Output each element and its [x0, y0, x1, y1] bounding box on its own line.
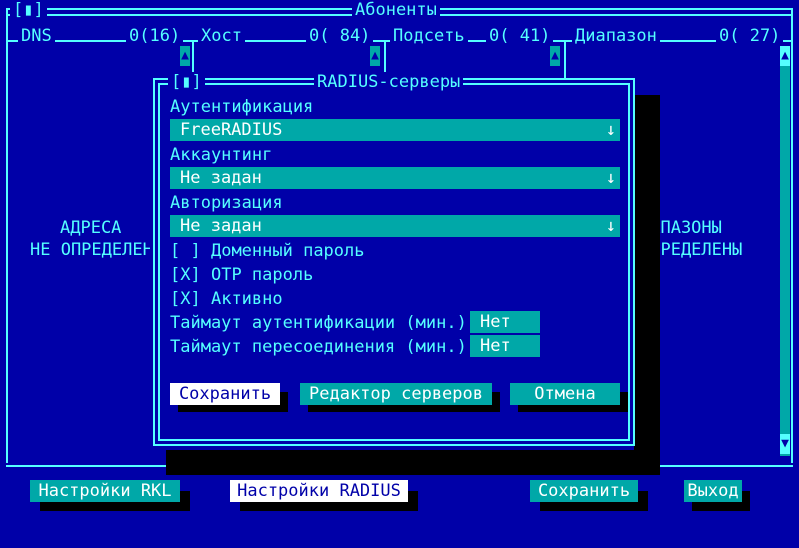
radius-settings-button[interactable]: Настройки RADIUS	[230, 480, 408, 502]
subnet-scroll-up-icon[interactable]: ▲	[550, 46, 560, 66]
reconnect-timeout-input[interactable]: Нет	[470, 335, 540, 357]
outer-frame-right	[791, 8, 795, 463]
address-message-line1: АДРЕСА	[60, 218, 122, 238]
column-dns-label: DNS	[18, 26, 55, 46]
column-subnet-label: Подсеть	[390, 26, 468, 46]
column-host-count: 0( 84)	[306, 26, 374, 46]
accounting-label: Аккаунтинг	[170, 145, 273, 165]
window-close-button[interactable]: [▮]	[10, 0, 47, 20]
exit-button[interactable]: Выход	[684, 480, 742, 502]
auth-label: Аутентификация	[170, 97, 314, 117]
otp-password-checkbox[interactable]: [X] OTP пароль	[170, 264, 313, 286]
auth-select-value: FreeRADIUS	[180, 120, 283, 140]
active-label: Активно	[210, 289, 283, 309]
authorization-dropdown-arrow-icon: ↓	[605, 216, 616, 236]
host-scroll-up-icon[interactable]: ▲	[370, 46, 380, 66]
rkl-settings-button[interactable]: Настройки RKL	[30, 480, 180, 502]
otp-password-checkbox-mark: [X]	[170, 265, 201, 285]
accounting-dropdown-arrow-icon: ↓	[605, 168, 616, 188]
domain-password-checkbox[interactable]: [ ] Доменный пароль	[170, 240, 365, 262]
range-scroll-track[interactable]	[780, 46, 790, 456]
window-title: Абоненты	[352, 0, 440, 20]
column-range-label: Диапазон	[572, 26, 660, 46]
column-range-count: 0( 27)	[716, 26, 784, 46]
auth-timeout-input[interactable]: Нет	[470, 311, 540, 333]
authorization-label: Авторизация	[170, 193, 283, 213]
dialog-cancel-button[interactable]: Отмена	[510, 383, 620, 405]
reconnect-timeout-label: Таймаут пересоединения (мин.):	[170, 337, 478, 357]
column-host-label: Хост	[198, 26, 245, 46]
address-message-line2: НЕ ОПРЕДЕЛЕН	[30, 240, 153, 260]
dns-scroll-up-icon[interactable]: ▲	[180, 46, 190, 66]
auth-select[interactable]: FreeRADIUS ↓	[170, 119, 620, 141]
domain-password-checkbox-mark: [ ]	[170, 241, 201, 261]
active-checkbox-mark: [X]	[170, 289, 201, 309]
dialog-title: RADIUS-серверы	[314, 72, 464, 92]
dialog-save-button[interactable]: Сохранить	[170, 383, 280, 405]
range-scroll-down-icon[interactable]: ▼	[780, 434, 790, 454]
column-dns-count: 0(16)	[126, 26, 184, 46]
otp-password-label: OTP пароль	[210, 265, 314, 285]
outer-frame-left	[6, 8, 10, 463]
authorization-select[interactable]: Не задан ↓	[170, 215, 620, 237]
dialog-close-button[interactable]: [▮]	[168, 72, 205, 92]
range-scroll-up-icon[interactable]: ▲	[780, 46, 790, 66]
column-subnet-count: 0( 41)	[486, 26, 554, 46]
auth-timeout-label: Таймаут аутентификации (мин.):	[170, 313, 478, 333]
accounting-select[interactable]: Не задан ↓	[170, 167, 620, 189]
server-editor-button[interactable]: Редактор серверов	[300, 383, 492, 405]
authorization-select-value: Не задан	[180, 216, 262, 236]
bottom-save-button[interactable]: Сохранить	[530, 480, 638, 502]
auth-dropdown-arrow-icon: ↓	[605, 120, 616, 140]
domain-password-label: Доменный пароль	[210, 241, 365, 261]
active-checkbox[interactable]: [X] Активно	[170, 288, 283, 310]
accounting-select-value: Не задан	[180, 168, 262, 188]
